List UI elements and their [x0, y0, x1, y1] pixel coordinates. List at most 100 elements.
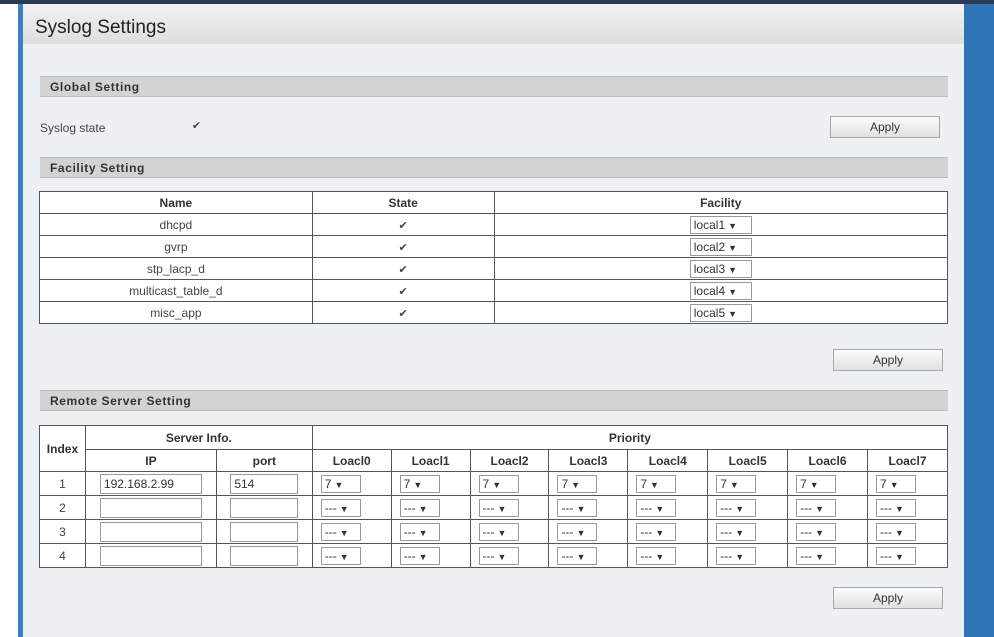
facility-col-name: Name — [39, 191, 313, 214]
priority-select[interactable]: --- ▼ — [320, 522, 361, 541]
facility-select[interactable]: local2 ▼ — [689, 237, 752, 256]
remote-index: 1 — [39, 471, 86, 496]
chevron-down-icon: ▼ — [334, 479, 344, 490]
remote-col-index: Index — [39, 425, 86, 472]
priority-select-value: --- — [720, 524, 733, 539]
page-title: Syslog Settings — [23, 4, 964, 44]
facility-state-cell: ✔ — [311, 213, 495, 236]
priority-select[interactable]: 7 ▼ — [320, 474, 361, 493]
facility-select-cell: local3 ▼ — [493, 257, 949, 280]
priority-select-value: --- — [800, 524, 813, 539]
facility-select-cell: local4 ▼ — [493, 279, 949, 302]
chevron-down-icon: ▼ — [655, 527, 665, 538]
check-icon: ✔ — [191, 120, 202, 132]
priority-select[interactable]: --- ▼ — [876, 546, 916, 565]
priority-select-cell: --- ▼ — [469, 519, 550, 544]
global-apply-button[interactable]: Apply — [830, 116, 940, 138]
priority-select-cell: 7 ▼ — [390, 471, 471, 496]
remote-row: 3 --- ▼ --- ▼ --- ▼ --- ▼ --- ▼ --- ▼ --- ▼ --- ▼ — [39, 519, 948, 544]
priority-select[interactable]: --- ▼ — [399, 522, 440, 541]
priority-select[interactable]: --- ▼ — [636, 522, 677, 541]
priority-select[interactable]: 7 ▼ — [557, 474, 598, 493]
priority-select[interactable]: --- ▼ — [716, 546, 757, 565]
priority-select[interactable]: --- ▼ — [636, 546, 677, 565]
remote-ip-cell — [84, 543, 217, 568]
priority-select[interactable]: --- ▼ — [320, 498, 361, 517]
facility-select[interactable]: local4 ▼ — [689, 281, 752, 300]
remote-ip-cell — [84, 519, 217, 544]
priority-select[interactable]: --- ▼ — [796, 546, 837, 565]
priority-select[interactable]: 7 ▼ — [399, 474, 440, 493]
priority-select[interactable]: --- ▼ — [320, 546, 361, 565]
priority-select[interactable]: 7 ▼ — [478, 474, 519, 493]
facility-name: dhcpd — [39, 213, 313, 236]
priority-select-value: --- — [403, 548, 416, 563]
facility-state-checkbox[interactable]: ✔ — [399, 242, 408, 254]
priority-select[interactable]: 7 ▼ — [716, 474, 757, 493]
priority-select[interactable]: --- ▼ — [636, 498, 677, 517]
server-port-input[interactable] — [230, 545, 299, 566]
priority-select[interactable]: --- ▼ — [478, 546, 519, 565]
facility-state-checkbox[interactable]: ✔ — [399, 220, 408, 232]
facility-apply-button[interactable]: Apply — [833, 349, 943, 371]
priority-select[interactable]: --- ▼ — [796, 498, 837, 517]
priority-select-cell: --- ▼ — [311, 543, 392, 568]
server-ip-input[interactable] — [99, 545, 202, 566]
priority-select-value: --- — [720, 548, 733, 563]
priority-select-cell: --- ▼ — [390, 519, 471, 544]
priority-select-cell: --- ▼ — [627, 495, 709, 520]
priority-select[interactable]: --- ▼ — [876, 522, 916, 541]
priority-select[interactable]: --- ▼ — [876, 498, 916, 517]
priority-select-cell: --- ▼ — [548, 495, 629, 520]
server-ip-input[interactable]: 192.168.2.99 — [99, 473, 202, 494]
remote-apply-button[interactable]: Apply — [833, 587, 943, 609]
priority-select-value: 7 — [324, 476, 332, 491]
priority-select-cell: 7 ▼ — [469, 471, 550, 496]
priority-select[interactable]: --- ▼ — [399, 546, 440, 565]
facility-name: misc_app — [39, 301, 313, 324]
priority-select[interactable]: --- ▼ — [478, 498, 519, 517]
facility-select-value: local2 — [693, 239, 726, 254]
facility-select-value: local4 — [693, 283, 726, 298]
server-port-input[interactable]: 514 — [230, 473, 299, 494]
facility-col-facility: Facility — [493, 191, 949, 214]
priority-select-cell: --- ▼ — [548, 543, 629, 568]
facility-state-checkbox[interactable]: ✔ — [399, 286, 408, 298]
priority-select[interactable]: --- ▼ — [796, 522, 837, 541]
remote-ip-cell: 192.168.2.99 — [84, 471, 217, 496]
remote-index: 3 — [39, 519, 86, 544]
remote-col-server-info: Server Info. — [84, 425, 313, 450]
priority-select-value: --- — [324, 524, 337, 539]
server-port-input[interactable] — [230, 521, 299, 542]
priority-select[interactable]: --- ▼ — [557, 498, 598, 517]
priority-select[interactable]: --- ▼ — [557, 522, 598, 541]
syslog-state-checkbox[interactable]: ✔ — [190, 120, 203, 133]
priority-select-value: --- — [403, 524, 416, 539]
facility-select[interactable]: local3 ▼ — [689, 259, 752, 278]
priority-select-value: 7 — [640, 476, 648, 491]
facility-select[interactable]: local1 ▼ — [689, 215, 752, 234]
facility-state-checkbox[interactable]: ✔ — [399, 308, 408, 320]
facility-state-checkbox[interactable]: ✔ — [399, 264, 408, 276]
server-port-input[interactable] — [230, 497, 299, 518]
chevron-down-icon: ▼ — [735, 551, 745, 562]
priority-select-cell: --- ▼ — [787, 543, 868, 568]
server-ip-input[interactable] — [99, 497, 202, 518]
priority-select[interactable]: 7 ▼ — [876, 474, 916, 493]
priority-select-value: --- — [880, 500, 892, 515]
priority-select[interactable]: --- ▼ — [399, 498, 440, 517]
chevron-down-icon: ▼ — [576, 527, 586, 538]
remote-col-priority-level: Loacl7 — [867, 449, 948, 472]
priority-select[interactable]: --- ▼ — [716, 522, 757, 541]
priority-select[interactable]: 7 ▼ — [796, 474, 837, 493]
server-ip-input[interactable] — [99, 521, 202, 542]
priority-select[interactable]: --- ▼ — [557, 546, 598, 565]
chevron-down-icon: ▼ — [497, 527, 507, 538]
global-setting-header: Global Setting — [40, 76, 948, 97]
facility-select[interactable]: local5 ▼ — [689, 303, 752, 322]
priority-select[interactable]: 7 ▼ — [636, 474, 677, 493]
chevron-down-icon: ▼ — [655, 503, 665, 514]
priority-select[interactable]: --- ▼ — [478, 522, 519, 541]
priority-select[interactable]: --- ▼ — [716, 498, 757, 517]
priority-select-value: --- — [720, 500, 733, 515]
